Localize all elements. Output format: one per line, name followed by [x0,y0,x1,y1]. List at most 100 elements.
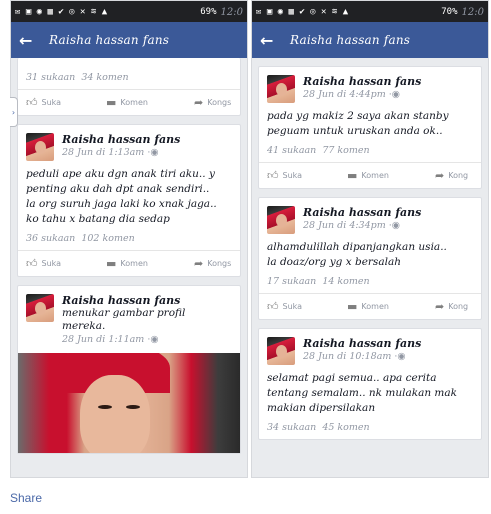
comment-label: Komen [120,98,148,107]
post-card: Raisha hassan fans 28 Jun di 10:18am ·◉ s… [258,328,482,440]
globe-icon: ·◉ [147,334,159,345]
clock: 12:0 [220,6,243,18]
post-text: alhamdulillah dipanjangkan usia.. la doa… [259,234,481,270]
avatar[interactable] [26,294,54,322]
globe-icon: ·◉ [394,351,406,362]
author-name[interactable]: Raisha hassan fans [62,133,180,146]
post-actions: 👍︎ Suka ▬ Komen ➦ Kong [259,162,481,188]
post-actions: 👍︎ Suka ▬ Komen ➦ Kongs [18,250,240,276]
post-subtitle: menukar gambar profil mereka. [62,307,186,332]
like-label: Suka [41,259,62,268]
likes-count[interactable]: 36 sukaan [26,233,75,244]
likes-count[interactable]: 31 sukaan [26,72,75,83]
avatar[interactable] [267,206,295,234]
post-time-text: 28 Jun di 1:13am [62,147,145,158]
author-name[interactable]: Raisha hassan fans [303,206,421,219]
comment-button[interactable]: ▬ Komen [106,96,194,109]
author-name[interactable]: Raisha hassan fans [303,337,421,350]
post-card: 31 sukaan 34 komen 👍︎ Suka ▬ Komen ➦ Kongs [17,58,241,116]
post-counts[interactable]: 17 sukaan 14 komen [259,270,481,293]
author-name[interactable]: Raisha hassan fans [303,75,421,88]
comments-count[interactable]: 34 komen [81,72,128,83]
back-arrow-icon[interactable]: ← [19,31,41,50]
post-text-line: alhamdulillah dipanjangkan usia.. [267,241,447,253]
like-button[interactable]: 👍︎ Suka [267,169,347,182]
comment-bubble-icon: ▬ [106,257,117,270]
post-time[interactable]: 28 Jun di 1:11am ·◉ [62,334,212,345]
post-header: Raisha hassan fans 28 Jun di 4:44pm ·◉ [259,67,481,103]
likes-count[interactable]: 34 sukaan [267,422,316,433]
share-button[interactable]: ➦ Kong [435,169,468,182]
comment-label: Komen [361,302,389,311]
profile-photo[interactable] [18,353,240,453]
comments-count[interactable]: 77 komen [322,145,369,156]
post-time-text: 28 Jun di 10:18am [303,351,392,362]
author-name[interactable]: Raisha hassan fans [62,294,212,307]
comment-button[interactable]: ▬ Komen [347,300,435,313]
like-button[interactable]: 👍︎ Suka [26,96,106,109]
post-counts[interactable]: 36 sukaan 102 komen [18,227,240,250]
avatar[interactable] [267,75,295,103]
thumbs-up-icon: 👍︎ [267,300,279,313]
like-label: Suka [41,98,62,107]
comment-bubble-icon: ▬ [347,300,358,313]
post-time[interactable]: 28 Jun di 1:13am ·◉ [62,147,180,158]
post-header: Raisha hassan fans 28 Jun di 10:18am ·◉ [259,329,481,365]
post-counts[interactable]: 31 sukaan 34 komen [18,66,240,89]
post-text: pada yg makiz 2 saya akan stanby peguam … [259,103,481,139]
like-button[interactable]: 👍︎ Suka [26,257,106,270]
app-bar: ← Raisha hassan fans [11,22,247,58]
likes-count[interactable]: 41 sukaan [267,145,316,156]
share-button[interactable]: ➦ Kong [435,300,468,313]
comments-count[interactable]: 14 komen [322,276,369,287]
post-actions: 👍︎ Suka ▬ Komen ➦ Kong [259,293,481,319]
comment-label: Komen [361,171,389,180]
post-text-line: ko tahu x batang dia sedap [26,213,170,225]
comment-button[interactable]: ▬ Komen [106,257,194,270]
post-text-line: la org suruh jaga laki ko xnak jaga.. [26,198,217,210]
thumbs-up-icon: 👍︎ [267,169,279,182]
comments-count[interactable]: 45 komen [322,422,369,433]
post-text: peduli ape aku dgn anak tiri aku.. y pen… [18,161,240,227]
post-card: Raisha hassan fans 28 Jun di 4:34pm ·◉ al… [258,197,482,320]
post-meta: Raisha hassan fans 28 Jun di 10:18am ·◉ [303,337,421,365]
likes-count[interactable]: 17 sukaan [267,276,316,287]
status-icons: ✉ ▣ ◉ ▦ ✔ ◎ ✕ ≋ ▲ [256,6,349,17]
post-meta: Raisha hassan fans 28 Jun di 1:13am ·◉ [62,133,180,161]
like-label: Suka [282,302,303,311]
post-time[interactable]: 28 Jun di 10:18am ·◉ [303,351,421,362]
post-counts[interactable]: 41 sukaan 77 komen [259,139,481,162]
post-text-line: peguam untuk uruskan anda ok.. [267,125,443,137]
status-icons: ✉ ▣ ◉ ▦ ✔ ◎ ✕ ≋ ▲ [15,6,108,17]
share-button[interactable]: ➦ Kongs [194,96,231,109]
news-feed[interactable]: Raisha hassan fans 28 Jun di 4:44pm ·◉ pa… [252,66,488,440]
like-label: Suka [282,171,303,180]
post-text: selamat pagi semua.. apa cerita tentang … [259,365,481,416]
avatar[interactable] [267,337,295,365]
chat-sidebar-tab[interactable]: › [10,97,18,127]
post-text-line: pada yg makiz 2 saya akan stanby [267,110,449,122]
like-button[interactable]: 👍︎ Suka [267,300,347,313]
back-arrow-icon[interactable]: ← [260,31,282,50]
post-counts[interactable]: 34 sukaan 45 komen [259,416,481,439]
share-label: Kongs [207,259,232,268]
clock: 12:0 [461,6,484,18]
post-card: Raisha hassan fans 28 Jun di 4:44pm ·◉ pa… [258,66,482,189]
share-link[interactable]: Share [10,491,42,505]
share-label: Kongs [207,98,232,107]
avatar[interactable] [26,133,54,161]
post-text-line: peduli ape aku dgn anak tiri aku.. y [26,168,215,180]
post-header: Raisha hassan fans 28 Jun di 4:34pm ·◉ [259,198,481,234]
comment-button[interactable]: ▬ Komen [347,169,435,182]
battery-percent: 69% [200,6,217,17]
status-bar: ✉ ▣ ◉ ▦ ✔ ◎ ✕ ≋ ▲ 70% 12:0 [252,1,488,22]
share-arrow-icon: ➦ [435,300,445,313]
post-text-line: makian dipersilakan [267,402,376,414]
share-button[interactable]: ➦ Kongs [194,257,231,270]
cut-text [18,58,240,66]
post-time[interactable]: 28 Jun di 4:34pm ·◉ [303,220,421,231]
post-time-text: 28 Jun di 4:34pm [303,220,386,231]
news-feed[interactable]: 31 sukaan 34 komen 👍︎ Suka ▬ Komen ➦ Kongs R… [11,58,247,454]
comments-count[interactable]: 102 komen [81,233,134,244]
post-time[interactable]: 28 Jun di 4:44pm ·◉ [303,89,421,100]
